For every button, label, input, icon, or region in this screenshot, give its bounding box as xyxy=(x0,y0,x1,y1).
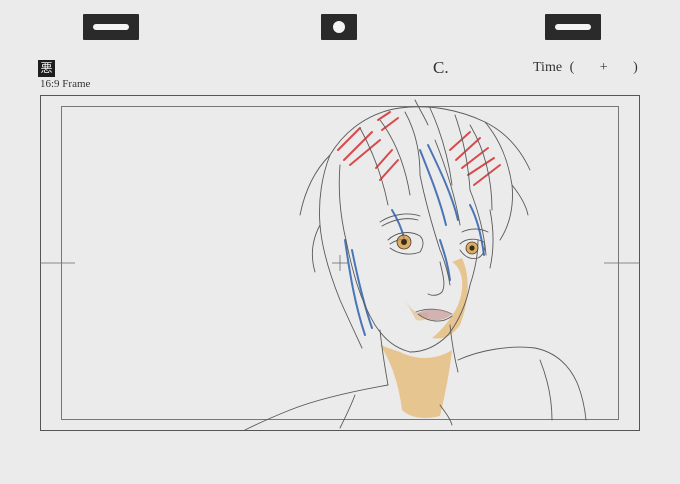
eye-irises xyxy=(396,234,479,255)
hair-red-accents xyxy=(337,111,501,186)
skin-shading xyxy=(380,258,468,418)
registration-marks xyxy=(40,255,640,271)
character-sketch xyxy=(40,99,640,431)
